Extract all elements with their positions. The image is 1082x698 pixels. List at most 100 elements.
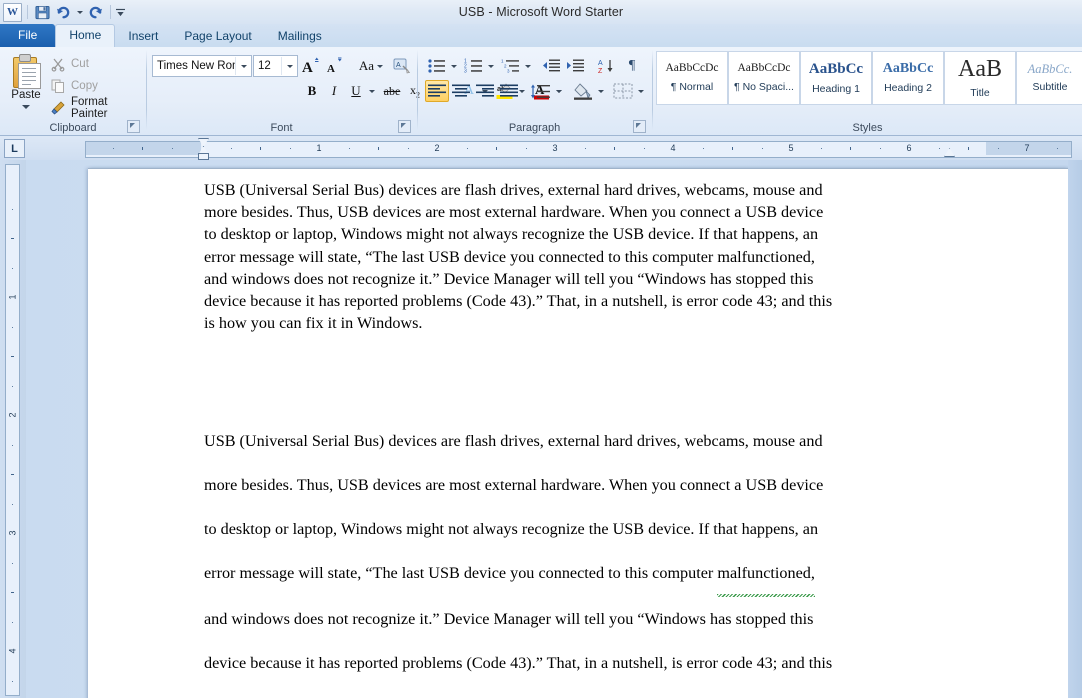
- numbering-button[interactable]: 1 2 3: [462, 55, 486, 77]
- ribbon-tab-strip: File Home Insert Page Layout Mailings: [0, 24, 1082, 47]
- paste-icon: [11, 54, 41, 89]
- style-heading-2-sample: AaBbCc: [882, 61, 934, 76]
- group-label-paragraph: Paragraph: [508, 122, 561, 134]
- paste-button[interactable]: Paste: [4, 51, 48, 123]
- style-heading-1-sample: AaBbCс: [808, 60, 864, 77]
- tab-file[interactable]: File: [0, 24, 56, 47]
- tab-page-layout[interactable]: Page Layout: [171, 26, 264, 47]
- tab-stop-selector-label: L: [11, 142, 18, 155]
- sort-button[interactable]: A Z: [594, 55, 618, 77]
- tab-insert[interactable]: Insert: [115, 26, 171, 47]
- cut-button[interactable]: Cut: [48, 54, 89, 74]
- ruler-number: 2: [434, 143, 440, 153]
- style-no-spacing-sample: AaBbCcDc: [737, 62, 791, 75]
- tab-stop-selector-button[interactable]: L: [4, 139, 25, 158]
- document-paragraph-2[interactable]: USB (Universal Serial Bus) devices are f…: [204, 419, 952, 698]
- copy-icon: [50, 78, 66, 94]
- ruler-dot: [879, 148, 881, 149]
- document-line: to desktop or laptop, Windows might not …: [204, 225, 819, 244]
- style-heading-2[interactable]: AaBbCc Heading 2: [872, 51, 944, 105]
- ribbon-group-styles: AaBbCcDc ¶ Normal AaBbCcDc ¶ No Spaci...…: [653, 47, 1082, 135]
- change-case-dropdown-icon[interactable]: [377, 64, 384, 68]
- vertical-ruler-dot: [12, 385, 13, 387]
- ruler-number: 5: [788, 143, 794, 153]
- ruler-dot: [643, 148, 645, 149]
- vertical-ruler-tick: [11, 474, 14, 475]
- font-name-combo[interactable]: Times New Rom: [152, 55, 252, 77]
- ruler-left-margin: [86, 142, 201, 155]
- show-formatting-marks-button[interactable]: ¶: [620, 55, 644, 77]
- group-label-styles: Styles: [852, 122, 883, 134]
- document-line: USB (Universal Serial Bus) devices are f…: [204, 432, 823, 450]
- font-name-dropdown-icon[interactable]: [235, 57, 251, 75]
- format-painter-button[interactable]: Format Painter: [48, 96, 146, 120]
- vertical-ruler[interactable]: 1 2 3 4: [5, 164, 20, 696]
- numbering-dropdown-icon[interactable]: [484, 55, 497, 77]
- paste-dropdown-icon[interactable]: [22, 105, 30, 109]
- vertical-ruler-dot: [12, 326, 13, 328]
- vertical-scrollbar[interactable]: [1068, 160, 1082, 698]
- justify-button[interactable]: [497, 80, 521, 102]
- paste-label: Paste: [11, 89, 41, 101]
- cut-label: Cut: [71, 58, 89, 70]
- tab-mailings[interactable]: Mailings: [265, 26, 335, 47]
- strikethrough-button[interactable]: abe: [379, 80, 405, 102]
- multilevel-list-dropdown-icon[interactable]: [521, 55, 534, 77]
- increase-indent-button[interactable]: [564, 55, 588, 77]
- ruler-tick: [614, 147, 615, 150]
- tab-home[interactable]: Home: [55, 24, 116, 47]
- svg-text:3: 3: [507, 69, 510, 74]
- italic-button[interactable]: I: [323, 80, 345, 102]
- font-size-combo[interactable]: 12: [253, 55, 298, 77]
- document-line: error message will state, “The last USB …: [204, 551, 952, 597]
- ruler-dot: [761, 148, 763, 149]
- line-spacing-dropdown-icon[interactable]: [552, 80, 565, 102]
- paragraph-dialog-launcher[interactable]: [633, 120, 646, 133]
- style-heading-1[interactable]: AaBbCс Heading 1: [800, 51, 872, 105]
- vertical-ruler-tick: [11, 238, 14, 239]
- document-canvas: USB (Universal Serial Bus) devices are f…: [26, 160, 1082, 698]
- font-dialog-launcher[interactable]: [398, 120, 411, 133]
- ruler-tick: [142, 147, 143, 150]
- document-paragraph-1[interactable]: USB (Universal Serial Bus) devices are f…: [204, 179, 952, 334]
- decrease-indent-button[interactable]: [540, 55, 564, 77]
- underline-dropdown-icon[interactable]: [365, 80, 378, 102]
- svg-text:3: 3: [464, 69, 467, 75]
- multilevel-list-button[interactable]: 1 2 3: [499, 55, 523, 77]
- ruler-dot: [289, 148, 291, 149]
- style-no-spacing[interactable]: AaBbCcDc ¶ No Spaci...: [728, 51, 800, 105]
- vertical-ruler-dot: [12, 621, 13, 623]
- left-indent-marker[interactable]: [198, 153, 209, 160]
- underline-button[interactable]: U: [345, 80, 367, 102]
- shading-dropdown-icon[interactable]: [594, 80, 607, 102]
- document-page[interactable]: USB (Universal Serial Bus) devices are f…: [88, 168, 1068, 698]
- style-normal[interactable]: AaBbCcDc ¶ Normal: [656, 51, 728, 105]
- borders-button[interactable]: [610, 80, 636, 102]
- line-spacing-button[interactable]: [528, 80, 554, 102]
- vertical-ruler-dot: [12, 267, 13, 269]
- align-left-button[interactable]: [425, 80, 449, 102]
- ruler-dot: [702, 148, 704, 149]
- style-normal-sample: AaBbCcDc: [665, 62, 719, 75]
- clear-formatting-button[interactable]: A: [390, 55, 414, 77]
- bold-button[interactable]: B: [301, 80, 323, 102]
- align-right-button[interactable]: [473, 80, 497, 102]
- grammar-error-text[interactable]: malfunctioned,: [717, 551, 815, 597]
- vertical-ruler-dot: [12, 562, 13, 564]
- font-size-dropdown-icon[interactable]: [281, 57, 297, 75]
- horizontal-ruler[interactable]: 1 2 3 4 5 6 7: [85, 141, 1072, 158]
- paintbrush-icon: [50, 100, 66, 116]
- borders-dropdown-icon[interactable]: [634, 80, 647, 102]
- change-case-button[interactable]: Aa: [354, 55, 388, 77]
- shading-button[interactable]: [570, 80, 596, 102]
- clipboard-dialog-launcher[interactable]: [127, 120, 140, 133]
- bullets-dropdown-icon[interactable]: [447, 55, 460, 77]
- bullets-button[interactable]: [425, 55, 449, 77]
- align-center-button[interactable]: [449, 80, 473, 102]
- shrink-font-button[interactable]: A: [323, 55, 347, 77]
- style-title[interactable]: AaB Title: [944, 51, 1016, 105]
- copy-button[interactable]: Copy: [48, 76, 98, 96]
- grow-font-button[interactable]: A: [299, 55, 323, 77]
- ruler-tick: [496, 147, 497, 150]
- style-subtitle[interactable]: AaBbCc. Subtitle: [1016, 51, 1082, 105]
